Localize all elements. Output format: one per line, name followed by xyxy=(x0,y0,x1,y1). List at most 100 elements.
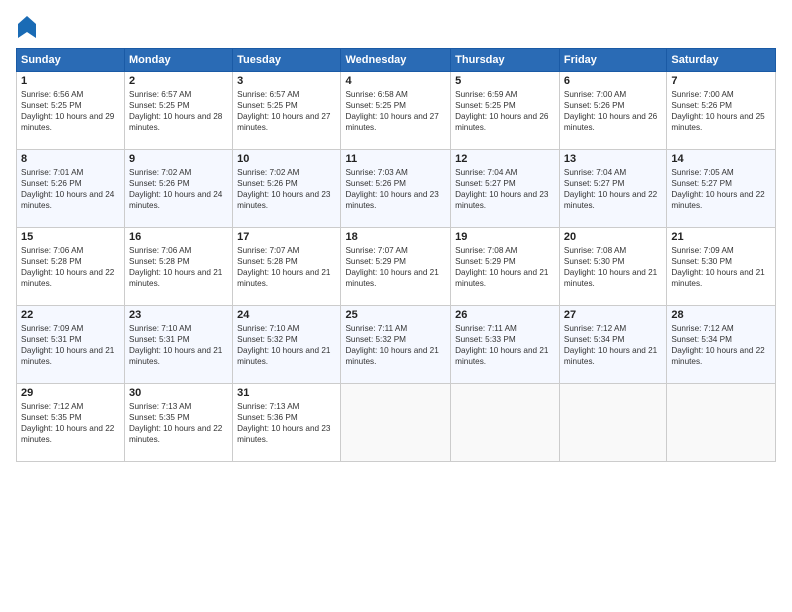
cell-info: Sunrise: 7:06 AM Sunset: 5:28 PM Dayligh… xyxy=(129,245,228,289)
day-cell-31: 31 Sunrise: 7:13 AM Sunset: 5:36 PM Dayl… xyxy=(233,384,341,462)
day-number: 25 xyxy=(345,309,446,321)
empty-cell xyxy=(341,384,451,462)
day-number: 14 xyxy=(671,153,771,165)
cell-info: Sunrise: 6:56 AM Sunset: 5:25 PM Dayligh… xyxy=(21,89,120,133)
day-cell-22: 22 Sunrise: 7:09 AM Sunset: 5:31 PM Dayl… xyxy=(17,306,125,384)
empty-cell xyxy=(667,384,776,462)
day-number: 3 xyxy=(237,75,336,87)
cell-info: Sunrise: 7:00 AM Sunset: 5:26 PM Dayligh… xyxy=(564,89,662,133)
cell-info: Sunrise: 7:00 AM Sunset: 5:26 PM Dayligh… xyxy=(671,89,771,133)
day-cell-13: 13 Sunrise: 7:04 AM Sunset: 5:27 PM Dayl… xyxy=(559,150,666,228)
day-number: 8 xyxy=(21,153,120,165)
logo xyxy=(16,16,36,38)
cell-info: Sunrise: 7:04 AM Sunset: 5:27 PM Dayligh… xyxy=(455,167,555,211)
day-cell-9: 9 Sunrise: 7:02 AM Sunset: 5:26 PM Dayli… xyxy=(125,150,233,228)
cell-info: Sunrise: 7:12 AM Sunset: 5:34 PM Dayligh… xyxy=(564,323,662,367)
day-cell-17: 17 Sunrise: 7:07 AM Sunset: 5:28 PM Dayl… xyxy=(233,228,341,306)
cell-info: Sunrise: 7:04 AM Sunset: 5:27 PM Dayligh… xyxy=(564,167,662,211)
day-cell-25: 25 Sunrise: 7:11 AM Sunset: 5:32 PM Dayl… xyxy=(341,306,451,384)
page-header xyxy=(16,16,776,38)
cell-info: Sunrise: 6:59 AM Sunset: 5:25 PM Dayligh… xyxy=(455,89,555,133)
day-cell-21: 21 Sunrise: 7:09 AM Sunset: 5:30 PM Dayl… xyxy=(667,228,776,306)
day-cell-5: 5 Sunrise: 6:59 AM Sunset: 5:25 PM Dayli… xyxy=(451,72,560,150)
cell-info: Sunrise: 7:13 AM Sunset: 5:36 PM Dayligh… xyxy=(237,401,336,445)
day-cell-8: 8 Sunrise: 7:01 AM Sunset: 5:26 PM Dayli… xyxy=(17,150,125,228)
day-cell-27: 27 Sunrise: 7:12 AM Sunset: 5:34 PM Dayl… xyxy=(559,306,666,384)
day-number: 29 xyxy=(21,387,120,399)
cell-info: Sunrise: 7:09 AM Sunset: 5:31 PM Dayligh… xyxy=(21,323,120,367)
cell-info: Sunrise: 7:03 AM Sunset: 5:26 PM Dayligh… xyxy=(345,167,446,211)
day-number: 19 xyxy=(455,231,555,243)
cell-info: Sunrise: 7:10 AM Sunset: 5:31 PM Dayligh… xyxy=(129,323,228,367)
header-monday: Monday xyxy=(125,49,233,72)
cell-info: Sunrise: 7:11 AM Sunset: 5:32 PM Dayligh… xyxy=(345,323,446,367)
week-row-2: 8 Sunrise: 7:01 AM Sunset: 5:26 PM Dayli… xyxy=(17,150,776,228)
cell-info: Sunrise: 7:11 AM Sunset: 5:33 PM Dayligh… xyxy=(455,323,555,367)
day-cell-26: 26 Sunrise: 7:11 AM Sunset: 5:33 PM Dayl… xyxy=(451,306,560,384)
day-number: 17 xyxy=(237,231,336,243)
header-wednesday: Wednesday xyxy=(341,49,451,72)
day-number: 26 xyxy=(455,309,555,321)
day-cell-24: 24 Sunrise: 7:10 AM Sunset: 5:32 PM Dayl… xyxy=(233,306,341,384)
day-cell-19: 19 Sunrise: 7:08 AM Sunset: 5:29 PM Dayl… xyxy=(451,228,560,306)
day-number: 31 xyxy=(237,387,336,399)
header-friday: Friday xyxy=(559,49,666,72)
day-cell-15: 15 Sunrise: 7:06 AM Sunset: 5:28 PM Dayl… xyxy=(17,228,125,306)
day-number: 30 xyxy=(129,387,228,399)
day-number: 4 xyxy=(345,75,446,87)
weekday-header-row: Sunday Monday Tuesday Wednesday Thursday… xyxy=(17,49,776,72)
day-number: 10 xyxy=(237,153,336,165)
header-sunday: Sunday xyxy=(17,49,125,72)
week-row-1: 1 Sunrise: 6:56 AM Sunset: 5:25 PM Dayli… xyxy=(17,72,776,150)
day-number: 13 xyxy=(564,153,662,165)
day-number: 1 xyxy=(21,75,120,87)
day-number: 20 xyxy=(564,231,662,243)
header-tuesday: Tuesday xyxy=(233,49,341,72)
cell-info: Sunrise: 7:06 AM Sunset: 5:28 PM Dayligh… xyxy=(21,245,120,289)
day-number: 23 xyxy=(129,309,228,321)
day-number: 2 xyxy=(129,75,228,87)
day-cell-14: 14 Sunrise: 7:05 AM Sunset: 5:27 PM Dayl… xyxy=(667,150,776,228)
cell-info: Sunrise: 7:07 AM Sunset: 5:28 PM Dayligh… xyxy=(237,245,336,289)
cell-info: Sunrise: 7:08 AM Sunset: 5:30 PM Dayligh… xyxy=(564,245,662,289)
day-cell-4: 4 Sunrise: 6:58 AM Sunset: 5:25 PM Dayli… xyxy=(341,72,451,150)
day-number: 24 xyxy=(237,309,336,321)
day-cell-28: 28 Sunrise: 7:12 AM Sunset: 5:34 PM Dayl… xyxy=(667,306,776,384)
header-thursday: Thursday xyxy=(451,49,560,72)
day-number: 15 xyxy=(21,231,120,243)
day-cell-20: 20 Sunrise: 7:08 AM Sunset: 5:30 PM Dayl… xyxy=(559,228,666,306)
cell-info: Sunrise: 7:10 AM Sunset: 5:32 PM Dayligh… xyxy=(237,323,336,367)
day-number: 22 xyxy=(21,309,120,321)
cell-info: Sunrise: 6:57 AM Sunset: 5:25 PM Dayligh… xyxy=(129,89,228,133)
day-number: 28 xyxy=(671,309,771,321)
calendar-table: Sunday Monday Tuesday Wednesday Thursday… xyxy=(16,48,776,462)
day-number: 5 xyxy=(455,75,555,87)
cell-info: Sunrise: 7:12 AM Sunset: 5:34 PM Dayligh… xyxy=(671,323,771,367)
day-number: 11 xyxy=(345,153,446,165)
cell-info: Sunrise: 7:08 AM Sunset: 5:29 PM Dayligh… xyxy=(455,245,555,289)
cell-info: Sunrise: 7:07 AM Sunset: 5:29 PM Dayligh… xyxy=(345,245,446,289)
day-cell-16: 16 Sunrise: 7:06 AM Sunset: 5:28 PM Dayl… xyxy=(125,228,233,306)
day-number: 12 xyxy=(455,153,555,165)
cell-info: Sunrise: 7:01 AM Sunset: 5:26 PM Dayligh… xyxy=(21,167,120,211)
day-cell-6: 6 Sunrise: 7:00 AM Sunset: 5:26 PM Dayli… xyxy=(559,72,666,150)
day-number: 27 xyxy=(564,309,662,321)
day-cell-11: 11 Sunrise: 7:03 AM Sunset: 5:26 PM Dayl… xyxy=(341,150,451,228)
logo-icon xyxy=(18,16,36,38)
day-cell-12: 12 Sunrise: 7:04 AM Sunset: 5:27 PM Dayl… xyxy=(451,150,560,228)
day-cell-10: 10 Sunrise: 7:02 AM Sunset: 5:26 PM Dayl… xyxy=(233,150,341,228)
day-cell-18: 18 Sunrise: 7:07 AM Sunset: 5:29 PM Dayl… xyxy=(341,228,451,306)
day-cell-30: 30 Sunrise: 7:13 AM Sunset: 5:35 PM Dayl… xyxy=(125,384,233,462)
week-row-5: 29 Sunrise: 7:12 AM Sunset: 5:35 PM Dayl… xyxy=(17,384,776,462)
cell-info: Sunrise: 7:13 AM Sunset: 5:35 PM Dayligh… xyxy=(129,401,228,445)
cell-info: Sunrise: 6:58 AM Sunset: 5:25 PM Dayligh… xyxy=(345,89,446,133)
cell-info: Sunrise: 7:02 AM Sunset: 5:26 PM Dayligh… xyxy=(129,167,228,211)
day-cell-1: 1 Sunrise: 6:56 AM Sunset: 5:25 PM Dayli… xyxy=(17,72,125,150)
day-number: 6 xyxy=(564,75,662,87)
cell-info: Sunrise: 7:09 AM Sunset: 5:30 PM Dayligh… xyxy=(671,245,771,289)
week-row-4: 22 Sunrise: 7:09 AM Sunset: 5:31 PM Dayl… xyxy=(17,306,776,384)
cell-info: Sunrise: 7:12 AM Sunset: 5:35 PM Dayligh… xyxy=(21,401,120,445)
day-cell-23: 23 Sunrise: 7:10 AM Sunset: 5:31 PM Dayl… xyxy=(125,306,233,384)
day-cell-3: 3 Sunrise: 6:57 AM Sunset: 5:25 PM Dayli… xyxy=(233,72,341,150)
day-number: 18 xyxy=(345,231,446,243)
